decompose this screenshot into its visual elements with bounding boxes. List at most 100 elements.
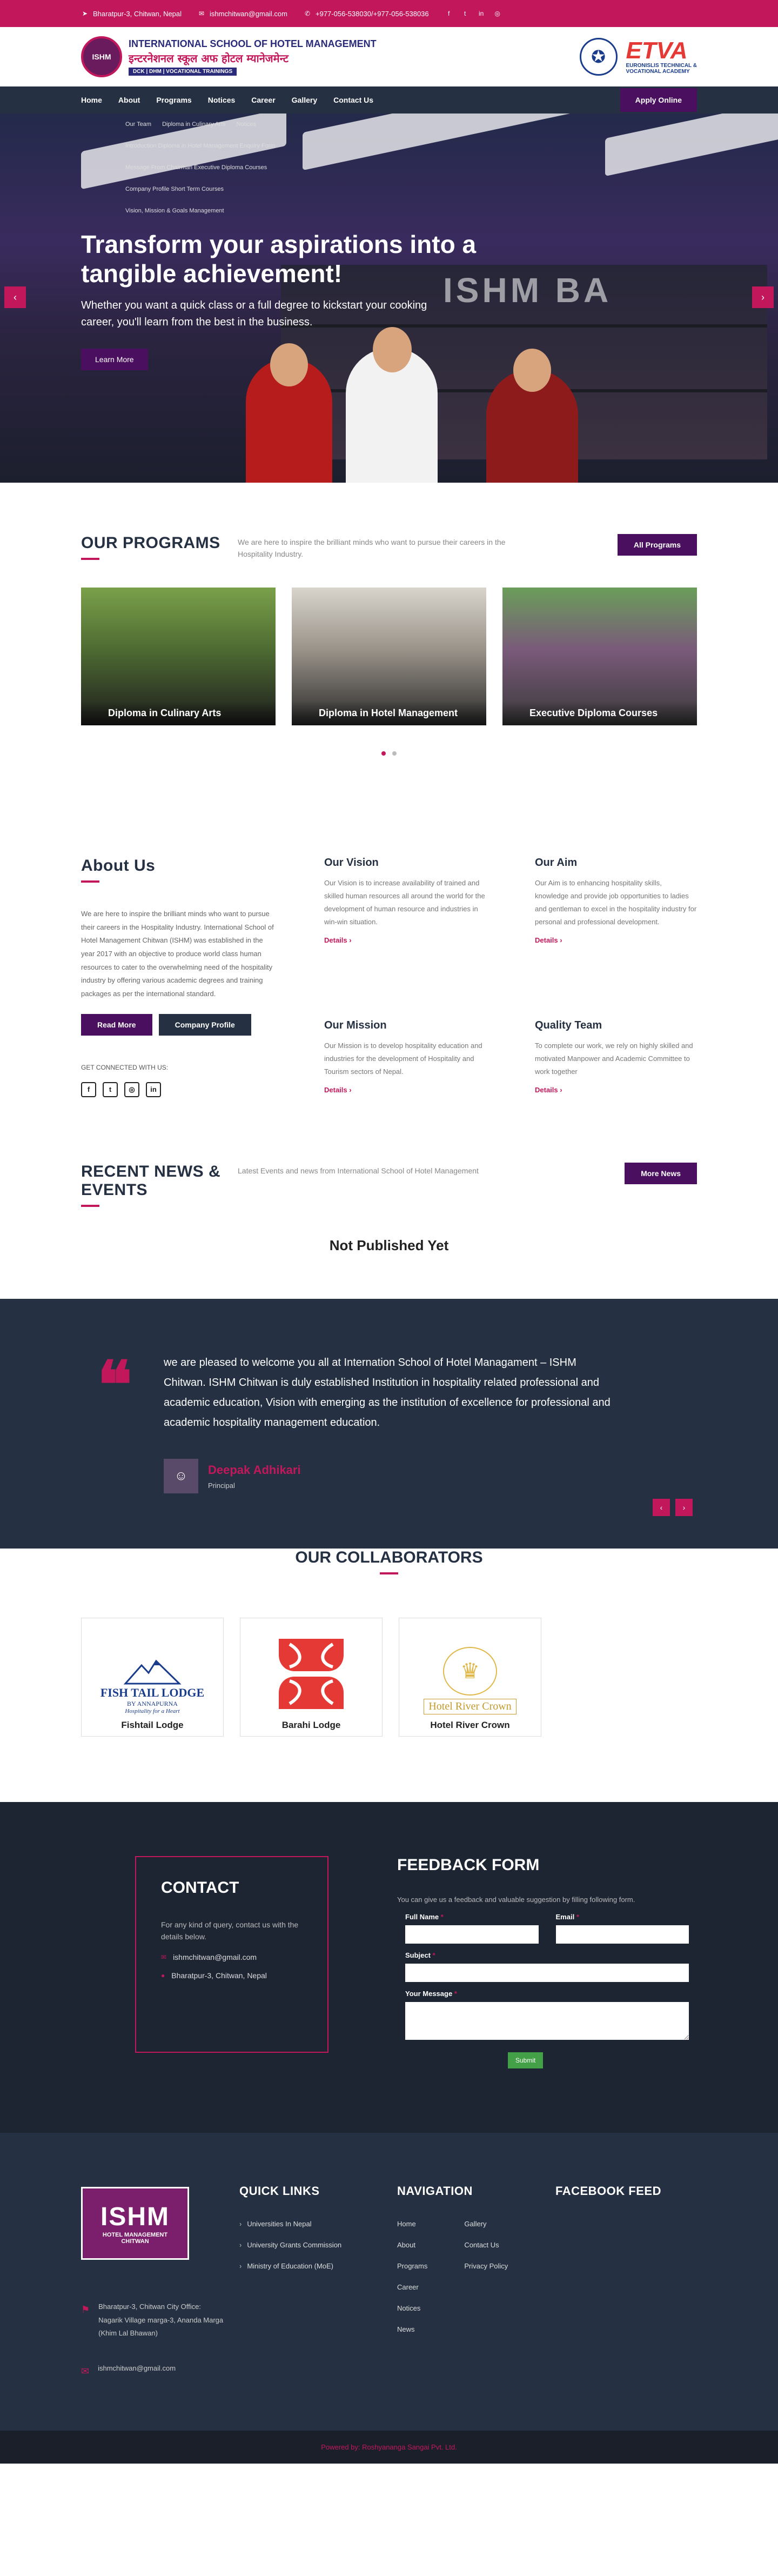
topbar-email-text[interactable]: ishmchitwan@gmail.com	[210, 10, 287, 18]
ceiling-light	[605, 114, 778, 177]
nav-item-notices[interactable]: Notices	[208, 96, 236, 104]
dropdown-item[interactable]: Vision, Mission & Goals Management	[125, 208, 224, 214]
footer-email-text[interactable]: ishmchitwan@gmail.com	[98, 2362, 176, 2375]
school-logo[interactable]: ISHM	[81, 36, 122, 77]
footer-nav-link[interactable]: News	[397, 2325, 427, 2333]
message-field[interactable]	[405, 2002, 689, 2040]
full-name-label: Full Name *	[405, 1913, 444, 1921]
title-underline	[380, 1572, 398, 1574]
footer-nav-link[interactable]: Privacy Policy	[464, 2262, 508, 2270]
quick-link[interactable]: › Ministry of Education (MoE)	[239, 2262, 341, 2270]
chevron-right-icon[interactable]: ›	[675, 1499, 693, 1516]
topbar-phone-text[interactable]: +977-056-538030/+977-056-538036	[316, 10, 429, 18]
submit-button[interactable]: Submit	[508, 2052, 544, 2068]
footer-logo-sub1: HOTEL MANAGEMENT	[102, 2232, 168, 2238]
program-card[interactable]: Diploma in Culinary Arts	[81, 587, 276, 725]
dropdown-item[interactable]: Diploma in Culinary Arts	[162, 121, 225, 128]
program-card[interactable]: Diploma in Hotel Management	[292, 587, 486, 725]
dropdown-item[interactable]: Notices	[236, 121, 256, 128]
topbar-email[interactable]: ✉ ishmchitwan@gmail.com	[198, 10, 287, 18]
facebook-feed-title: FACEBOOK FEED	[555, 2184, 661, 2198]
footer-address: ⚑ Bharatpur-3, Chitwan City Office: Naga…	[81, 2300, 227, 2340]
instagram-icon[interactable]: ◎	[124, 1082, 139, 1097]
facebook-icon[interactable]: f	[81, 1082, 96, 1097]
linkedin-icon[interactable]: in	[478, 10, 485, 17]
more-news-button[interactable]: More News	[625, 1163, 697, 1184]
brand[interactable]: ISHM INTERNATIONAL SCHOOL OF HOTEL MANAG…	[81, 36, 377, 77]
footer-nav-link[interactable]: Contact Us	[464, 2241, 508, 2249]
footer-nav-link[interactable]: Programs	[397, 2262, 427, 2270]
program-card-title[interactable]: Executive Diploma Courses	[502, 700, 697, 725]
apply-online-button[interactable]: Apply Online	[620, 88, 697, 112]
quality-block: Quality Team To complete our work, we re…	[535, 1019, 697, 1146]
program-card-title[interactable]: Diploma in Culinary Arts	[81, 700, 276, 725]
chevron-left-icon[interactable]: ‹	[653, 1499, 670, 1516]
about-socials: f t ◎ in	[81, 1082, 274, 1097]
instagram-icon[interactable]: ◎	[494, 10, 501, 17]
footer-nav-link[interactable]: Career	[397, 2283, 427, 2291]
dropdown-item[interactable]: Our Team	[125, 121, 151, 128]
footer-nav-link[interactable]: Notices	[397, 2304, 427, 2312]
nav-item-programs[interactable]: Programs	[156, 96, 191, 104]
collaborator-card[interactable]: ♛ Hotel River Crown Hotel River Crown	[399, 1618, 541, 1737]
contact-email[interactable]: ✉ ishmchitwan@gmail.com	[161, 1953, 303, 1961]
facebook-icon[interactable]: f	[445, 10, 453, 17]
all-programs-button[interactable]: All Programs	[617, 534, 697, 556]
quick-link-label[interactable]: Universities In Nepal	[247, 2220, 311, 2228]
twitter-icon[interactable]: t	[461, 10, 469, 17]
copyright-text[interactable]: Powered by: Roshyananga Sangai Pvt. Ltd.	[321, 2443, 457, 2451]
carousel-dot[interactable]	[392, 751, 397, 756]
dropdown-item[interactable]: Introduction Diploma in Hotel Management…	[125, 143, 276, 149]
program-card-title[interactable]: Diploma in Hotel Management	[292, 700, 486, 725]
vision-details-link[interactable]: Details ›	[324, 936, 352, 944]
quick-link[interactable]: › University Grants Commission	[239, 2241, 341, 2249]
footer-nav-link[interactable]: Gallery	[464, 2220, 508, 2228]
program-card[interactable]: Executive Diploma Courses	[502, 587, 697, 725]
footer-nav-list: Gallery Contact Us Privacy Policy	[464, 2220, 508, 2346]
footer-email[interactable]: ✉ ishmchitwan@gmail.com	[81, 2362, 227, 2380]
nav-item-contact[interactable]: Contact Us	[333, 96, 373, 104]
collaborator-card[interactable]: Barahi Lodge	[240, 1618, 383, 1737]
learn-more-button[interactable]: Learn More	[81, 349, 148, 370]
quick-link-label[interactable]: University Grants Commission	[247, 2241, 341, 2249]
fishtail-logo-tagline: Hospitality for a Heart	[125, 1708, 180, 1714]
email-field[interactable]	[555, 1925, 689, 1944]
dropdown-item[interactable]: Message From Chairman Executive Diploma …	[125, 164, 267, 171]
linkedin-icon[interactable]: in	[146, 1082, 161, 1097]
location-arrow-icon: ➤	[82, 10, 88, 17]
contact-email-text[interactable]: ishmchitwan@gmail.com	[173, 1953, 257, 1961]
etva-sub2: VOCATIONAL ACADEMY	[626, 69, 690, 75]
nav-item-about[interactable]: About	[118, 96, 140, 104]
full-name-field[interactable]	[405, 1925, 539, 1944]
dropdown-item[interactable]: Company Profile Short Term Courses	[125, 186, 224, 192]
mission-details-link[interactable]: Details ›	[324, 1086, 352, 1094]
about-section: About Us We are here to inspire the bril…	[0, 813, 778, 1146]
footer-logo-sub2: CHITWAN	[121, 2238, 149, 2245]
chevron-right-icon: ›	[239, 2241, 242, 2249]
feedback-description: You can give us a feedback and valuable …	[397, 1896, 635, 1904]
quick-link[interactable]: › Universities In Nepal	[239, 2220, 341, 2228]
quality-details-link[interactable]: Details ›	[535, 1086, 562, 1094]
school-name-en: INTERNATIONAL SCHOOL OF HOTEL MANAGEMENT	[129, 38, 377, 49]
subject-field[interactable]	[405, 1964, 689, 1982]
carousel-dot[interactable]	[381, 751, 386, 756]
twitter-icon[interactable]: t	[103, 1082, 118, 1097]
nav-item-career[interactable]: Career	[251, 96, 275, 104]
topbar-phone[interactable]: ✆ +977-056-538030/+977-056-538036	[304, 10, 429, 18]
programs-actions: All Programs	[617, 534, 697, 556]
footer-logo[interactable]: ISHM HOTEL MANAGEMENT CHITWAN	[81, 2187, 189, 2260]
nav-item-gallery[interactable]: Gallery	[292, 96, 317, 104]
aim-details-link[interactable]: Details ›	[535, 936, 562, 944]
chevron-left-icon[interactable]: ‹	[4, 286, 26, 308]
vision-title: Our Vision	[324, 857, 379, 869]
read-more-button[interactable]: Read More	[81, 1013, 152, 1036]
collaborator-card[interactable]: FISH TAIL LODGE BY ANNAPURNA Hospitality…	[81, 1618, 224, 1737]
chevron-right-icon[interactable]: ›	[752, 286, 774, 308]
mountain-icon	[123, 1659, 182, 1685]
footer-nav-link[interactable]: About	[397, 2241, 427, 2249]
company-profile-button[interactable]: Company Profile	[158, 1013, 251, 1036]
nav-item-home[interactable]: Home	[81, 96, 102, 104]
footer-nav-link[interactable]: Home	[397, 2220, 427, 2228]
nepal-emblem-icon: ✪	[579, 38, 618, 76]
quick-link-label[interactable]: Ministry of Education (MoE)	[247, 2262, 333, 2270]
